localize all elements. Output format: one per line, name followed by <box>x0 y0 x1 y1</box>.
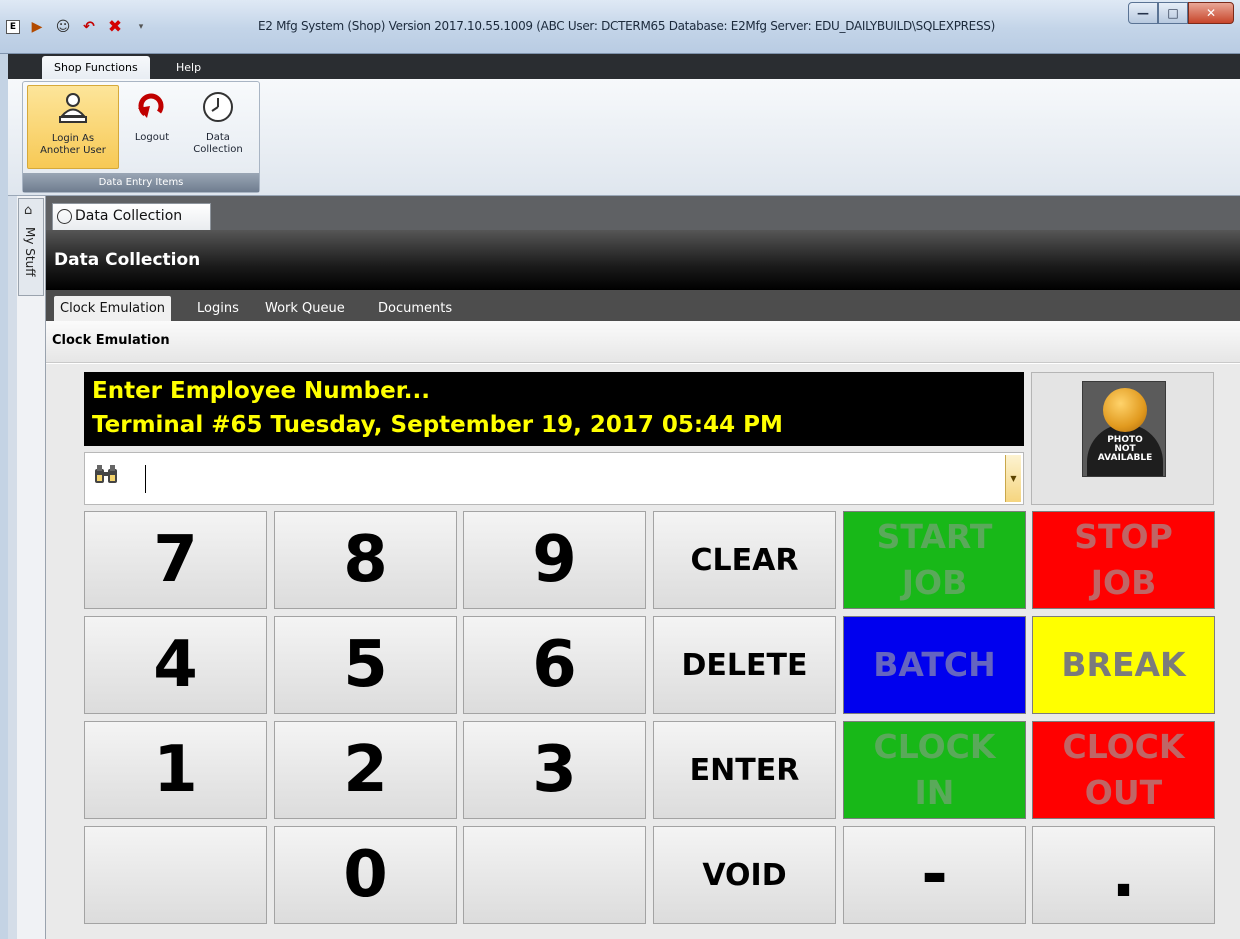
clock-out-button[interactable]: CLOCK OUT <box>1032 721 1215 819</box>
login-icon[interactable]: ▶ <box>28 18 46 36</box>
maximize-button[interactable]: □ <box>1158 2 1188 24</box>
decimal-button[interactable]: . <box>1032 826 1215 924</box>
key-3[interactable]: 3 <box>463 721 646 819</box>
tab-data-collection[interactable]: Data Collection <box>52 203 211 230</box>
page-title: Data Collection <box>54 250 201 270</box>
my-stuff-label: My Stuff <box>23 227 37 277</box>
key-9[interactable]: 9 <box>463 511 646 609</box>
employee-photo: PHOTO NOT AVAILABLE <box>1031 372 1214 505</box>
window-left-border <box>0 54 8 939</box>
ribbon-group-data-entry: Login As Another User Logout Data Collec… <box>22 81 260 193</box>
key-7[interactable]: 7 <box>84 511 267 609</box>
clock-in-button[interactable]: CLOCK IN <box>843 721 1026 819</box>
ribbon-group-label: Data Entry Items <box>23 173 259 192</box>
key-0[interactable]: 0 <box>274 826 457 924</box>
quick-access-toolbar: E ▶ ☺ ↶ ✖ ▾ <box>6 14 150 40</box>
minus-button[interactable]: - <box>843 826 1026 924</box>
clock-icon <box>201 90 235 124</box>
key-5[interactable]: 5 <box>274 616 457 714</box>
undo-icon[interactable]: ↶ <box>80 18 98 36</box>
my-stuff-tab[interactable]: ⌂ My Stuff <box>18 198 44 296</box>
close-x-icon[interactable]: ✖ <box>106 17 124 37</box>
data-collection-label: Data Collection <box>193 132 243 155</box>
employee-number-input[interactable] <box>145 463 995 493</box>
home-icon: ⌂ <box>24 203 33 218</box>
left-panel-border <box>8 196 17 939</box>
key-8[interactable]: 8 <box>274 511 457 609</box>
app-icon[interactable]: E <box>6 20 20 34</box>
key-6[interactable]: 6 <box>463 616 646 714</box>
binoculars-icon[interactable] <box>91 463 121 493</box>
key-2[interactable]: 2 <box>274 721 457 819</box>
employee-number-combobox[interactable]: ▼ <box>84 452 1024 505</box>
section-header: Clock Emulation <box>46 321 1240 363</box>
ribbon-tab-strip: Shop Functions Help <box>8 54 1240 79</box>
close-button[interactable]: ✕ <box>1188 2 1234 24</box>
clear-button[interactable]: CLEAR <box>653 511 836 609</box>
photo-caption: PHOTO NOT AVAILABLE <box>1097 435 1153 463</box>
dropdown-icon[interactable]: ▾ <box>132 18 150 36</box>
login-as-another-user-button[interactable]: Login As Another User <box>27 85 119 169</box>
data-collection-button[interactable]: Data Collection <box>183 85 253 169</box>
display-prompt: Enter Employee Number... <box>92 378 430 404</box>
clock-small-icon <box>57 209 72 224</box>
ribbon: Login As Another User Logout Data Collec… <box>8 79 1240 196</box>
document-tab-strip: Data Collection <box>46 196 1240 230</box>
title-bar: E ▶ ☺ ↶ ✖ ▾ E2 Mfg System (Shop) Version… <box>0 0 1240 54</box>
text-caret <box>145 465 146 493</box>
stop-job-button[interactable]: STOP JOB <box>1032 511 1215 609</box>
display-terminal-datetime: Terminal #65 Tuesday, September 19, 2017… <box>92 412 783 438</box>
void-button[interactable]: VOID <box>653 826 836 924</box>
key-4[interactable]: 4 <box>84 616 267 714</box>
user-icon[interactable]: ☺ <box>54 18 72 36</box>
tab-logins[interactable]: Logins <box>197 296 239 321</box>
key-blank-left[interactable] <box>84 826 267 924</box>
window-controls: — □ ✕ <box>1128 2 1234 24</box>
logout-label: Logout <box>134 132 170 143</box>
dropdown-arrow-icon[interactable]: ▼ <box>1005 455 1021 502</box>
doc-tab-label: Data Collection <box>75 208 183 224</box>
enter-button[interactable]: ENTER <box>653 721 836 819</box>
delete-button[interactable]: DELETE <box>653 616 836 714</box>
login-as-another-user-label: Login As Another User <box>40 133 106 156</box>
break-button[interactable]: BREAK <box>1032 616 1215 714</box>
logout-icon <box>135 90 169 124</box>
key-1[interactable]: 1 <box>84 721 267 819</box>
login-user-icon <box>56 91 90 125</box>
batch-button[interactable]: BATCH <box>843 616 1026 714</box>
window-title: E2 Mfg System (Shop) Version 2017.10.55.… <box>258 19 995 33</box>
sub-tab-strip: Clock Emulation Logins Work Queue Docume… <box>46 290 1240 321</box>
page-header: Data Collection <box>46 230 1240 290</box>
logout-button[interactable]: Logout <box>125 85 179 169</box>
tab-help[interactable]: Help <box>164 56 213 79</box>
tab-clock-emulation[interactable]: Clock Emulation <box>54 296 172 321</box>
key-blank-right[interactable] <box>463 826 646 924</box>
terminal-display: Enter Employee Number... Terminal #65 Tu… <box>84 372 1024 446</box>
photo-not-available-image: PHOTO NOT AVAILABLE <box>1082 381 1166 477</box>
tab-work-queue[interactable]: Work Queue <box>265 296 345 321</box>
section-title: Clock Emulation <box>52 333 170 348</box>
minimize-button[interactable]: — <box>1128 2 1158 24</box>
tab-documents[interactable]: Documents <box>378 296 452 321</box>
start-job-button[interactable]: START JOB <box>843 511 1026 609</box>
side-strip: ⌂ My Stuff <box>17 196 46 939</box>
tab-shop-functions[interactable]: Shop Functions <box>42 56 150 79</box>
